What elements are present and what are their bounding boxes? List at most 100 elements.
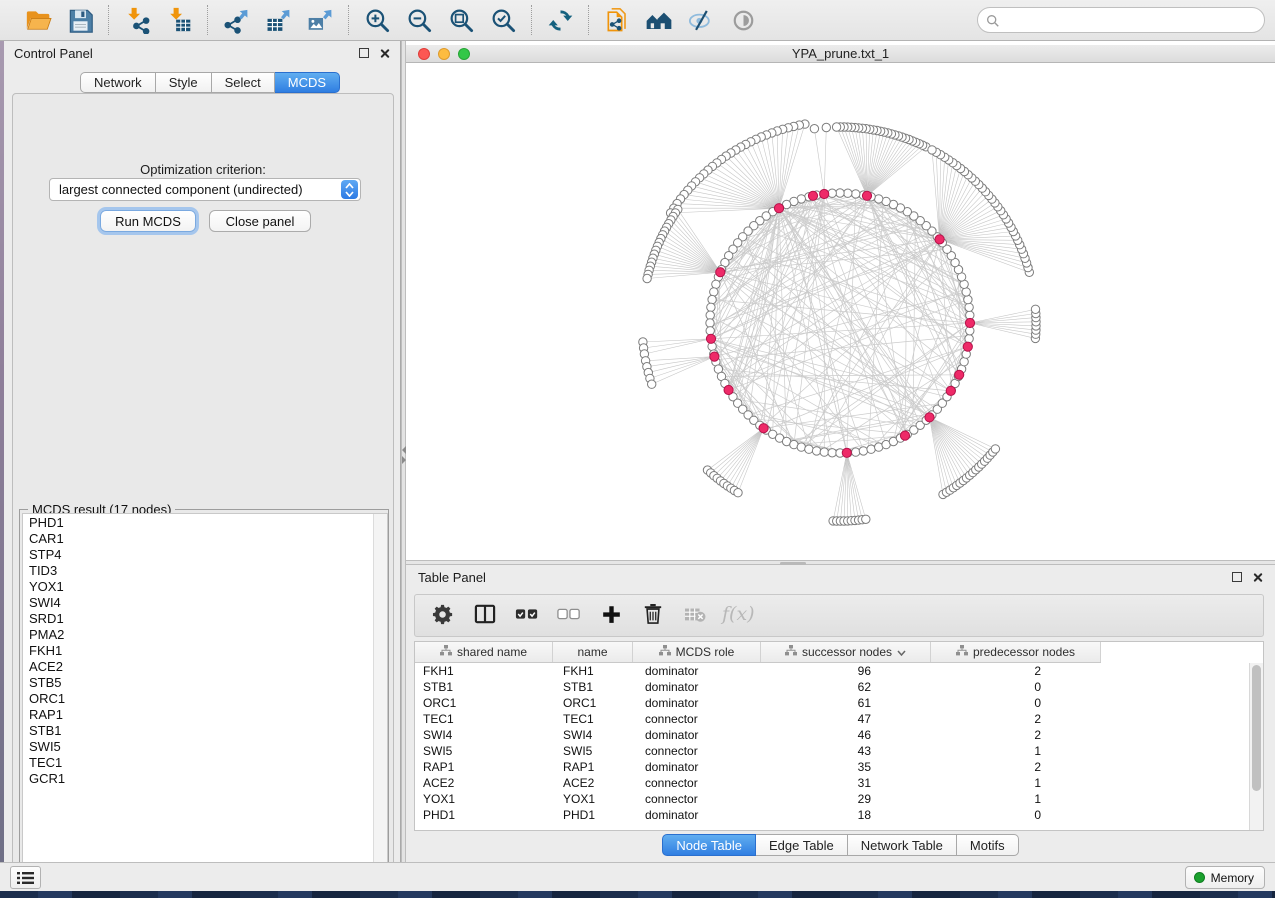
mcds-result-item[interactable]: STB5 — [23, 675, 373, 691]
network-node[interactable] — [867, 445, 875, 453]
mcds-hub-node[interactable] — [925, 413, 934, 422]
column-header-predecessor-nodes[interactable]: predecessor nodes — [931, 642, 1101, 662]
import-network-button[interactable] — [122, 5, 152, 35]
mcds-result-item[interactable]: SWI5 — [23, 739, 373, 755]
network-node[interactable] — [852, 448, 860, 456]
mcds-result-item[interactable]: GCR1 — [23, 771, 373, 787]
network-node[interactable] — [712, 280, 720, 288]
mcds-result-item[interactable]: YOX1 — [23, 579, 373, 595]
network-node[interactable] — [710, 288, 718, 296]
column-header-name[interactable]: name — [553, 642, 633, 662]
mcds-result-item[interactable]: PMA2 — [23, 627, 373, 643]
mcds-hub-node[interactable] — [724, 385, 733, 394]
tab-mcds[interactable]: MCDS — [275, 72, 340, 93]
tab-edge-table[interactable]: Edge Table — [756, 834, 848, 856]
zoom-fit-button[interactable] — [446, 5, 476, 35]
mcds-result-item[interactable]: FKH1 — [23, 643, 373, 659]
mcds-hub-node[interactable] — [808, 191, 817, 200]
tab-style[interactable]: Style — [156, 72, 212, 93]
mcds-hub-node[interactable] — [716, 268, 725, 277]
column-header-MCDS-role[interactable]: MCDS role — [633, 642, 761, 662]
table-row[interactable]: SWI5SWI5connector431 — [415, 743, 1249, 759]
tab-select[interactable]: Select — [212, 72, 275, 93]
network-node[interactable] — [648, 380, 656, 388]
table-row[interactable]: TEC1TEC1connector472 — [415, 711, 1249, 727]
export-image-button[interactable] — [305, 5, 335, 35]
network-node[interactable] — [836, 189, 844, 197]
close-panel-icon[interactable] — [379, 48, 390, 59]
mcds-result-item[interactable]: ACE2 — [23, 659, 373, 675]
table-row[interactable]: STB1STB1dominator620 — [415, 679, 1249, 695]
mcds-result-item[interactable]: ORC1 — [23, 691, 373, 707]
mcds-hub-node[interactable] — [706, 334, 715, 343]
deselect-all-button[interactable] — [555, 602, 583, 630]
mcds-result-item[interactable]: SRD1 — [23, 611, 373, 627]
settings-button[interactable] — [429, 602, 457, 630]
network-node[interactable] — [862, 515, 870, 523]
show-graphics-details-button[interactable] — [728, 5, 758, 35]
hide-graphics-details-button[interactable] — [686, 5, 716, 35]
open-file-button[interactable] — [23, 5, 53, 35]
float-window-icon[interactable] — [359, 48, 369, 58]
table-scrollbar[interactable] — [1249, 663, 1263, 830]
network-node[interactable] — [708, 295, 716, 303]
network-node[interactable] — [706, 311, 714, 319]
zoom-out-button[interactable] — [404, 5, 434, 35]
add-row-button[interactable] — [597, 602, 625, 630]
mcds-hub-node[interactable] — [965, 318, 974, 327]
task-history-button[interactable] — [10, 866, 41, 889]
mcds-hub-node[interactable] — [900, 431, 909, 440]
refresh-button[interactable] — [545, 5, 575, 35]
network-node[interactable] — [828, 449, 836, 457]
network-node[interactable] — [928, 146, 936, 154]
network-node[interactable] — [822, 123, 830, 131]
network-node[interactable] — [859, 447, 867, 455]
network-node[interactable] — [810, 125, 818, 133]
network-node[interactable] — [991, 445, 999, 453]
network-node[interactable] — [812, 447, 820, 455]
search-input[interactable] — [977, 7, 1265, 33]
network-node[interactable] — [844, 189, 852, 197]
tab-network[interactable]: Network — [80, 72, 156, 93]
mcds-hub-node[interactable] — [946, 386, 955, 395]
mcds-hub-node[interactable] — [774, 204, 783, 213]
zoom-in-button[interactable] — [362, 5, 392, 35]
export-table-button[interactable] — [263, 5, 293, 35]
table-row[interactable]: FKH1FKH1dominator962 — [415, 663, 1249, 679]
close-panel-button[interactable]: Close panel — [209, 210, 311, 232]
mcds-hub-node[interactable] — [842, 448, 851, 457]
network-node[interactable] — [1031, 305, 1039, 313]
delete-row-button[interactable] — [639, 602, 667, 630]
tab-motifs[interactable]: Motifs — [957, 834, 1019, 856]
network-node[interactable] — [707, 303, 715, 311]
mcds-result-item[interactable]: RAP1 — [23, 707, 373, 723]
tab-network-table[interactable]: Network Table — [848, 834, 957, 856]
network-node[interactable] — [643, 274, 651, 282]
new-network-from-selection-button[interactable] — [602, 5, 632, 35]
network-node[interactable] — [965, 303, 973, 311]
mcds-result-item[interactable]: TID3 — [23, 563, 373, 579]
mcds-hub-node[interactable] — [963, 342, 972, 351]
network-node[interactable] — [797, 443, 805, 451]
first-neighbors-button[interactable] — [644, 5, 674, 35]
import-table-button[interactable] — [164, 5, 194, 35]
node-table[interactable]: shared namenameMCDS rolesuccessor nodesp… — [414, 641, 1264, 831]
mcds-hub-node[interactable] — [935, 235, 944, 244]
table-row[interactable]: YOX1YOX1connector291 — [415, 791, 1249, 807]
mcds-result-item[interactable]: CAR1 — [23, 531, 373, 547]
network-node[interactable] — [852, 190, 860, 198]
network-node[interactable] — [832, 123, 840, 131]
network-node[interactable] — [965, 335, 973, 343]
memory-button[interactable]: Memory — [1185, 866, 1265, 889]
table-row[interactable]: ORC1ORC1dominator610 — [415, 695, 1249, 711]
zoom-selected-button[interactable] — [488, 5, 518, 35]
optimization-criterion-dropdown[interactable]: largest connected component (undirected) — [49, 178, 361, 201]
column-header-successor-nodes[interactable]: successor nodes — [761, 642, 931, 662]
select-all-button[interactable] — [513, 602, 541, 630]
network-window-titlebar[interactable]: YPA_prune.txt_1 — [406, 45, 1275, 63]
scrollbar-thumb[interactable] — [1252, 665, 1261, 791]
network-node[interactable] — [820, 448, 828, 456]
mcds-hub-node[interactable] — [955, 370, 964, 379]
mcds-result-list[interactable]: PHD1CAR1STP4TID3YOX1SWI4SRD1PMA2FKH1ACE2… — [22, 513, 388, 877]
network-node[interactable] — [960, 358, 968, 366]
